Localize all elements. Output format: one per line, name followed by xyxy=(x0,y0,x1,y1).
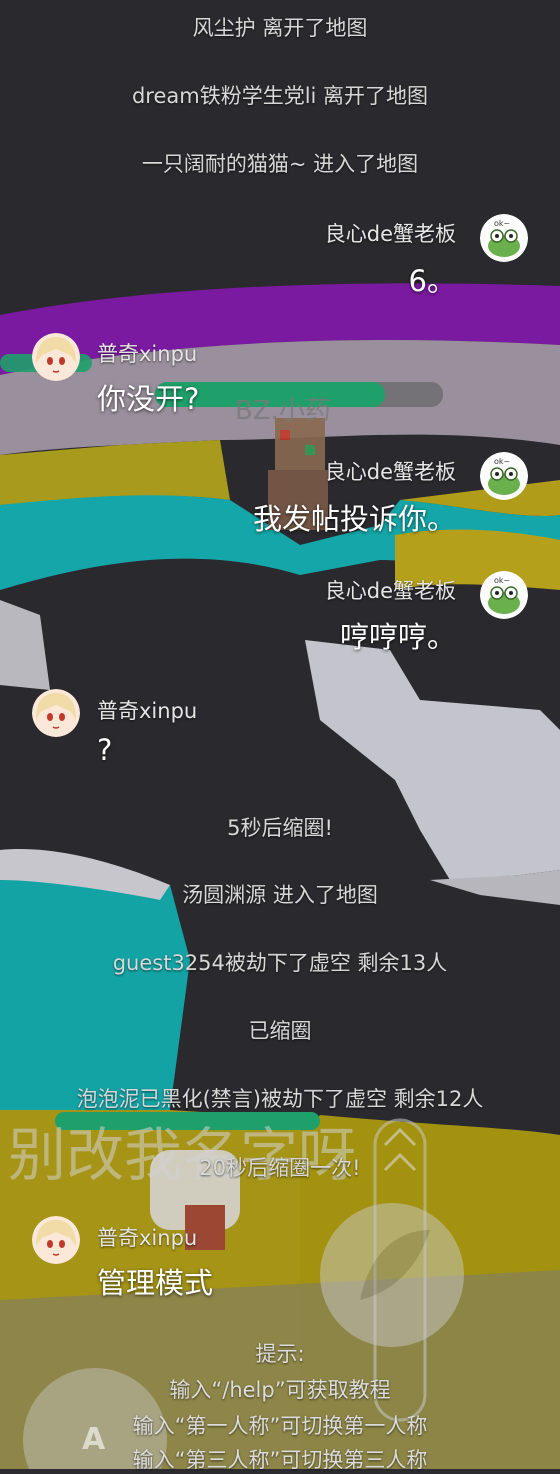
anime-girl-avatar-icon[interactable] xyxy=(32,689,80,737)
system-message: 泡泡泥已黑化(禁言)被劫下了虚空 剩余12人 xyxy=(76,1087,484,1111)
tip-line: 输入“第一人称”可切换第一人称 xyxy=(132,1414,428,1438)
tip-line: 输入“/help”可获取教程 xyxy=(169,1378,391,1402)
chat-message: 你没开? xyxy=(97,382,200,416)
system-message: 风尘护 离开了地图 xyxy=(192,16,368,40)
jump-button xyxy=(320,1203,464,1347)
anime-girl-avatar-icon[interactable] xyxy=(32,333,80,381)
system-message: 一只阔耐的猫猫~ 进入了地图 xyxy=(141,152,419,176)
chat-message: 哼哼哼。 xyxy=(339,620,456,654)
sender-name: 良心de蟹老板 xyxy=(324,579,456,603)
tips-title: 提示: xyxy=(255,1342,305,1366)
sender-name: 良心de蟹老板 xyxy=(324,222,456,246)
chat-message: ? xyxy=(97,733,113,767)
chat-message: 管理模式 xyxy=(97,1266,214,1300)
sender-name: 普奇xinpu xyxy=(97,1226,198,1250)
system-message: 5秒后缩圈! xyxy=(227,816,333,840)
system-message: 20秒后缩圈一次! xyxy=(199,1156,361,1180)
crocodile-avatar-icon[interactable]: ok~ xyxy=(480,214,528,262)
tip-line: 输入“第三人称”可切换第三人称 xyxy=(132,1448,428,1472)
sender-name: 良心de蟹老板 xyxy=(324,460,456,484)
sender-name: 普奇xinpu xyxy=(97,699,198,723)
anime-girl-avatar-icon[interactable] xyxy=(32,1216,80,1264)
chat-message: 6。 xyxy=(408,264,456,298)
crocodile-avatar-icon[interactable]: ok~ xyxy=(480,452,528,500)
game-scene-background xyxy=(0,0,560,1469)
system-message: dream铁粉学生党li 离开了地图 xyxy=(131,84,429,108)
system-message: guest3254被劫下了虚空 剩余13人 xyxy=(112,951,448,975)
svg-text:ok~: ok~ xyxy=(494,576,510,585)
chat-message: 我发帖投诉你。 xyxy=(252,502,456,536)
crocodile-avatar-icon[interactable]: ok~ xyxy=(480,571,528,619)
system-message: 已缩圈 xyxy=(248,1019,312,1043)
svg-text:ok~: ok~ xyxy=(494,457,510,466)
sender-name: 普奇xinpu xyxy=(97,342,198,366)
character-name-bubble: BZ.小药 xyxy=(235,396,331,426)
teal-band-middle xyxy=(0,875,190,1110)
svg-text:ok~: ok~ xyxy=(494,219,510,228)
system-message: 汤圆渊源 进入了地图 xyxy=(182,883,378,907)
